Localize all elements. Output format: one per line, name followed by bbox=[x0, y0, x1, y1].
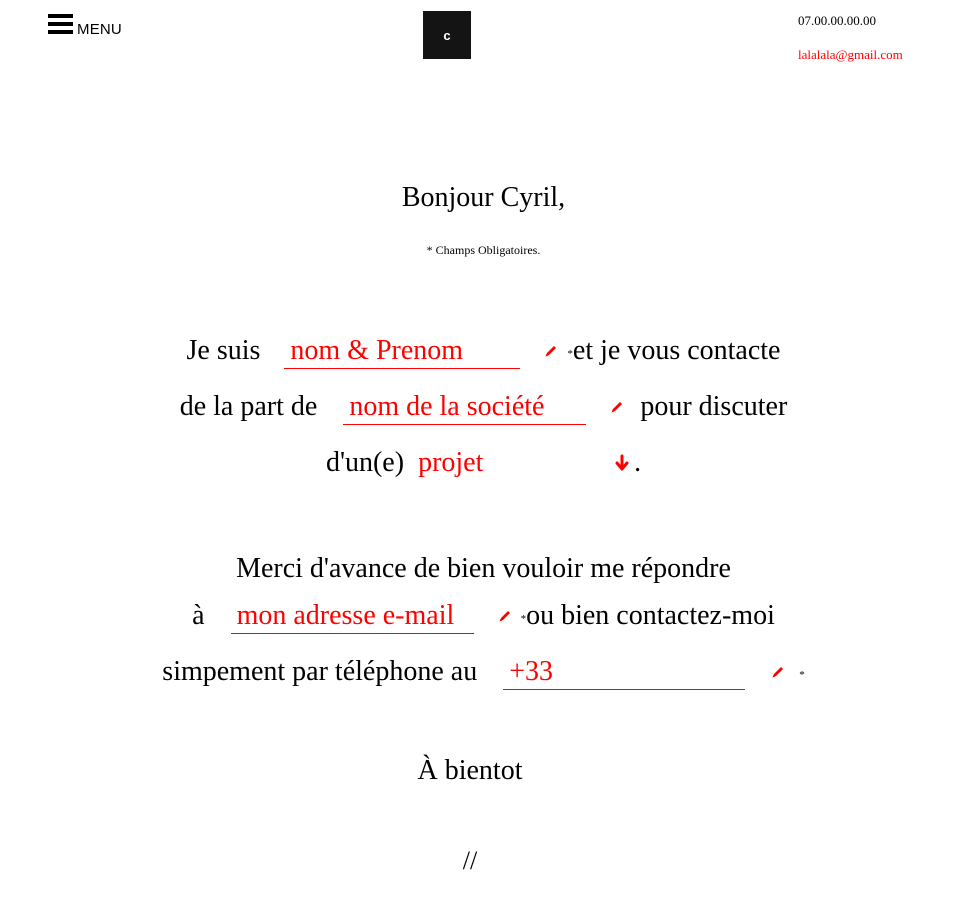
form-line-name: Je suis nom & Prenom * et je vous contac… bbox=[0, 329, 967, 373]
company-field[interactable]: nom de la société bbox=[343, 389, 587, 425]
greeting: Bonjour Cyril, bbox=[401, 182, 566, 213]
submit-button[interactable]: // bbox=[0, 846, 940, 876]
pencil-icon bbox=[772, 667, 784, 678]
pencil-icon bbox=[545, 346, 557, 357]
line3-prefix: d'un(e) bbox=[325, 447, 405, 478]
form-line-company: de la part de nom de la société pour dis… bbox=[0, 385, 967, 429]
email-field[interactable]: mon adresse e-mail bbox=[230, 598, 474, 634]
line1-suffix: et je vous contacte bbox=[572, 335, 781, 366]
arrow-down-icon[interactable] bbox=[614, 454, 630, 472]
line2-prefix: de la part de bbox=[179, 391, 318, 422]
form-line-email: à mon adresse e-mail * ou bien contactez… bbox=[0, 594, 967, 638]
phone-field[interactable]: +33 bbox=[503, 654, 746, 690]
form-line-phone: simpement par téléphone au +33 * bbox=[0, 650, 967, 694]
pencil-icon bbox=[611, 402, 623, 413]
line5-prefix: à bbox=[192, 600, 205, 631]
sign-off: À bientot bbox=[417, 755, 523, 786]
name-field[interactable]: nom & Prenom bbox=[284, 333, 521, 369]
hamburger-icon bbox=[48, 14, 73, 36]
form-line-thanks: Merci d'avance de bien vouloir me répond… bbox=[0, 547, 967, 591]
header-email-link[interactable]: lalalala@gmail.com bbox=[798, 47, 903, 63]
line1-prefix: Je suis bbox=[186, 335, 261, 366]
logo[interactable]: c bbox=[423, 11, 471, 59]
line3-suffix: . bbox=[634, 447, 642, 478]
menu-label: MENU bbox=[77, 21, 122, 38]
line6-prefix: simpement par téléphone au bbox=[162, 656, 478, 687]
line5-suffix: ou bien contactez-moi bbox=[526, 600, 775, 631]
line2-suffix: pour discuter bbox=[640, 391, 788, 422]
form-line-subject: d'un(e) projet . bbox=[0, 441, 967, 485]
pencil-icon bbox=[499, 611, 510, 622]
required-star: * bbox=[799, 669, 805, 681]
menu-button[interactable]: MENU bbox=[48, 14, 122, 38]
logo-letter: c bbox=[443, 27, 451, 43]
line4-text: Merci d'avance de bien vouloir me répond… bbox=[236, 553, 731, 584]
header-phone: 07.00.00.00.00 bbox=[798, 13, 876, 28]
required-note: * Champs Obligatoires. bbox=[426, 243, 541, 257]
subject-select[interactable]: projet bbox=[418, 445, 614, 481]
